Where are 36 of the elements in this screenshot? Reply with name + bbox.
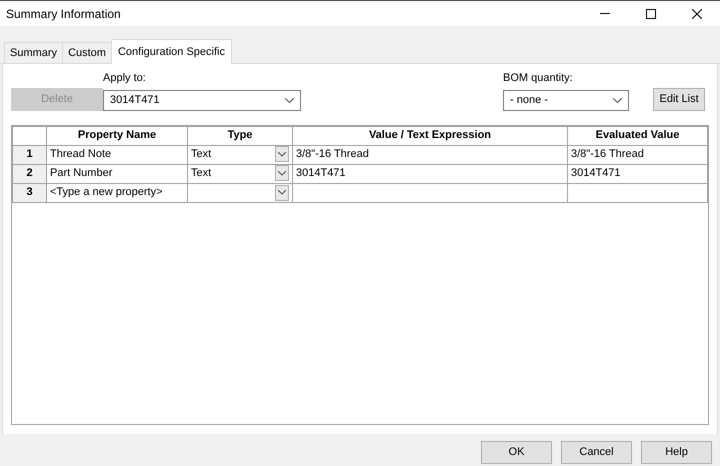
- window-title: Summary Information: [6, 6, 122, 22]
- dropdown-button[interactable]: [275, 165, 289, 182]
- property-name-cell: Part Number: [46, 164, 188, 183]
- row-number: 1: [12, 145, 46, 164]
- caret-icon: [613, 98, 622, 102]
- apply-to-dropdown[interactable]: 3014T471: [103, 90, 301, 110]
- caret-icon: [278, 152, 286, 157]
- column-header: Value / Text Expression: [292, 126, 568, 145]
- column-header: Type: [188, 126, 292, 145]
- column-header: Evaluated Value: [568, 126, 708, 145]
- property-name-cell: Thread Note: [46, 145, 188, 164]
- dialog-button[interactable]: Cancel: [561, 441, 632, 464]
- tab[interactable]: Summary: [4, 42, 64, 63]
- dropdown-button[interactable]: [275, 146, 289, 162]
- dropdown-button[interactable]: [275, 184, 289, 200]
- row-number: 2: [12, 164, 46, 183]
- bom-quantity-dropdown[interactable]: - none -: [503, 90, 629, 110]
- type-value[interactable]: Text: [191, 167, 212, 180]
- column-header: Property Name: [46, 126, 188, 145]
- caret-icon: [278, 170, 286, 176]
- new-property-cell[interactable]: <Type a new property>: [46, 183, 188, 202]
- tab[interactable]: Configuration Specific: [110, 38, 232, 64]
- row-number: 3: [12, 183, 46, 202]
- value-cell: 3/8"-16 Thread: [292, 145, 568, 164]
- dialog-button[interactable]: Help: [641, 441, 712, 464]
- caret-icon: [285, 98, 294, 102]
- evaluated-value-cell: 3/8"-16 Thread: [568, 145, 708, 164]
- evaluated-value-cell: 3014T471: [568, 164, 708, 183]
- caret-icon: [278, 190, 286, 195]
- type-value[interactable]: Text: [191, 148, 212, 160]
- edit-list-button[interactable]: Edit List: [653, 88, 706, 110]
- type-cell[interactable]: [188, 183, 292, 202]
- value-cell: 3014T471: [292, 164, 568, 183]
- bom-quantity-label: BOM quantity:: [503, 71, 574, 86]
- dialog-button[interactable]: OK: [481, 441, 552, 464]
- apply-to-label: Apply to:: [103, 71, 147, 86]
